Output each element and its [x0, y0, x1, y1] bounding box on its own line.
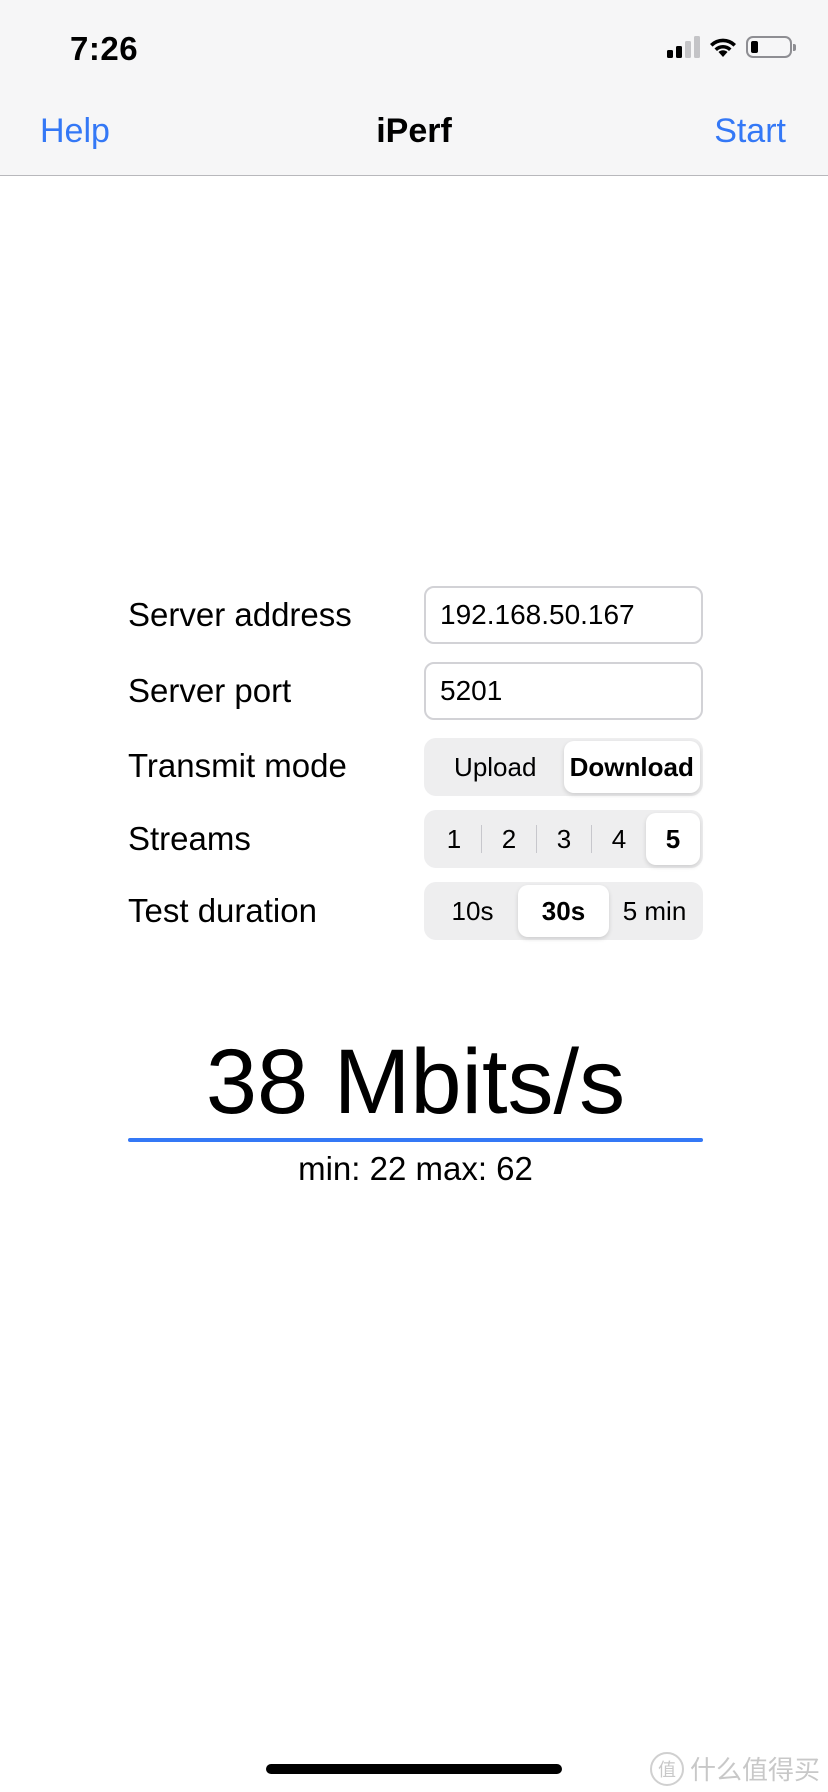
min-max-readout: min: 22 max: 62 — [298, 1150, 533, 1187]
streams-option-4[interactable]: 4 — [592, 813, 646, 865]
speed-underline — [128, 1138, 703, 1142]
server-port-input[interactable] — [424, 662, 703, 720]
streams-option-2[interactable]: 2 — [482, 813, 536, 865]
duration-option-10s[interactable]: 10s — [427, 885, 518, 937]
duration-option-30s[interactable]: 30s — [518, 885, 609, 937]
signal-icon — [667, 36, 700, 58]
test-duration-segmented-control: 10s 30s 5 min — [424, 882, 703, 940]
page-title: iPerf — [376, 112, 452, 150]
streams-option-1[interactable]: 1 — [427, 813, 481, 865]
status-icons — [667, 36, 796, 58]
streams-label: Streams — [128, 820, 251, 857]
battery-icon — [746, 36, 796, 58]
top-bar: 7:26 Help iPerf Start — [0, 0, 828, 176]
server-address-input[interactable] — [424, 586, 703, 644]
speed-readout: 38 Mbits/s — [205, 1031, 626, 1133]
duration-option-5min[interactable]: 5 min — [609, 885, 700, 937]
start-button[interactable]: Start — [714, 112, 786, 151]
wifi-icon — [710, 38, 736, 57]
watermark-text: 什么值得买 — [689, 1755, 820, 1785]
test-duration-label: Test duration — [128, 892, 317, 929]
transmit-mode-segmented-control: Upload Download — [424, 738, 703, 796]
home-indicator[interactable] — [266, 1764, 562, 1774]
server-address-label: Server address — [128, 596, 352, 633]
watermark-badge-icon: 值 — [649, 1751, 684, 1786]
transmit-mode-upload[interactable]: Upload — [427, 741, 564, 793]
transmit-mode-label: Transmit mode — [128, 747, 347, 784]
streams-segmented-control: 1 2 3 4 5 — [424, 810, 703, 868]
server-port-label: Server port — [128, 672, 292, 709]
watermark: 值 什么值得买 — [649, 1750, 820, 1787]
streams-option-5[interactable]: 5 — [646, 813, 700, 865]
streams-option-3[interactable]: 3 — [537, 813, 591, 865]
transmit-mode-download[interactable]: Download — [563, 741, 700, 793]
status-time: 7:26 — [70, 30, 139, 67]
